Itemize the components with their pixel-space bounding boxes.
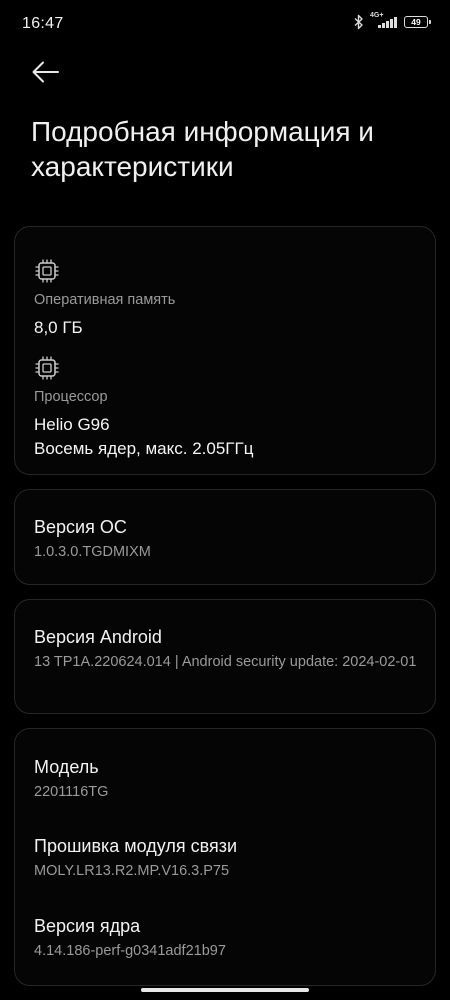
android-version-card[interactable]: Версия Android 13 TP1A.220624.014 | Andr… <box>14 599 436 714</box>
android-version-item: Версия Android 13 TP1A.220624.014 | Andr… <box>34 625 421 672</box>
os-version-value: 1.0.3.0.TGDMIXM <box>34 544 151 560</box>
hardware-card: Оперативная память 8,0 ГБ Процессор Heli… <box>14 226 436 475</box>
ram-label: Оперативная память <box>34 292 176 308</box>
kernel-title: Версия ядра <box>34 916 141 936</box>
os-version-card[interactable]: Версия ОС 1.0.3.0.TGDMIXM <box>14 489 436 585</box>
back-arrow-icon <box>32 61 59 83</box>
status-bar: 16:47 4G+ 49 <box>0 0 450 46</box>
cpu-label: Процессор <box>34 389 108 405</box>
model-item: Модель 2201116TG <box>34 755 421 802</box>
status-icons: 4G+ 49 <box>354 12 431 30</box>
baseband-title: Прошивка модуля связи <box>34 836 238 856</box>
battery-level: 49 <box>411 17 421 27</box>
device-info-card: Модель 2201116TG Прошивка модуля связи M… <box>14 728 436 986</box>
back-button[interactable] <box>30 58 62 86</box>
model-value: 2201116TG <box>34 784 109 800</box>
bluetooth-icon <box>354 14 363 30</box>
home-indicator[interactable] <box>141 988 309 992</box>
signal-icon: 4G+ <box>370 12 398 30</box>
cpu-item: Процессор Helio G96 Восемь ядер, макс. 2… <box>34 388 421 461</box>
status-time: 16:47 <box>22 15 64 32</box>
baseband-item: Прошивка модуля связи MOLY.LR13.R2.MP.V1… <box>34 834 421 881</box>
processor-chip-icon <box>35 356 59 380</box>
cpu-detail: Восемь ядер, макс. 2.05ГГц <box>34 439 254 458</box>
model-title: Модель <box>34 757 99 777</box>
ram-value: 8,0 ГБ <box>34 318 83 337</box>
android-version-value: 13 TP1A.220624.014 | Android security up… <box>34 654 417 670</box>
kernel-value: 4.14.186-perf-g0341adf21b97 <box>34 943 226 959</box>
kernel-item: Версия ядра 4.14.186-perf-g0341adf21b97 <box>34 914 421 961</box>
android-version-title: Версия Android <box>34 627 162 647</box>
os-version-item: Версия ОС 1.0.3.0.TGDMIXM <box>34 515 421 562</box>
cpu-value: Helio G96 <box>34 415 110 434</box>
page-title: Подробная информация и характеристики <box>31 116 374 182</box>
memory-chip-icon <box>35 259 59 283</box>
ram-item: Оперативная память 8,0 ГБ <box>34 291 421 340</box>
battery-icon: 49 <box>404 16 431 28</box>
os-version-title: Версия ОС <box>34 517 127 537</box>
baseband-value: MOLY.LR13.R2.MP.V16.3.P75 <box>34 863 230 879</box>
